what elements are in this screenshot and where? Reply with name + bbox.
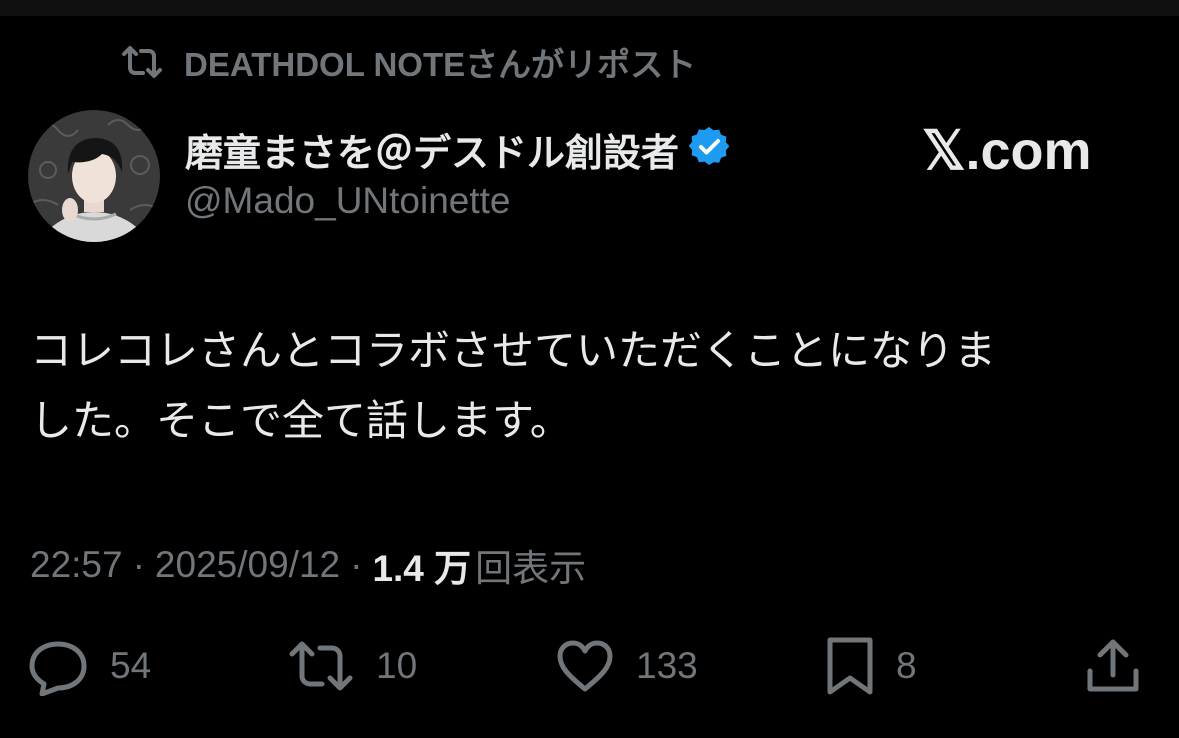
views-label: 回表示 bbox=[475, 548, 587, 589]
reply-count: 54 bbox=[110, 645, 152, 686]
repost-header[interactable]: DEATHDOL NOTEさんがリポスト bbox=[120, 40, 696, 84]
brand-text: 𝕏.com bbox=[922, 120, 1092, 181]
reply-button[interactable]: 54 bbox=[28, 634, 151, 698]
meta-separator: · bbox=[350, 544, 363, 585]
tweet-line: した。そこで全て話します。 bbox=[30, 396, 572, 445]
share-icon bbox=[1086, 637, 1140, 695]
top-strip bbox=[0, 0, 1179, 16]
like-button[interactable]: 133 bbox=[556, 634, 698, 698]
tweet-time[interactable]: 22:57 bbox=[30, 544, 123, 586]
retweet-button[interactable]: 10 bbox=[288, 634, 417, 698]
tweet-meta: 22:57 · 2025/09/12 · 1.4 万 回表示 bbox=[30, 538, 586, 592]
tweet-text: コレコレさんとコラボさせていただくことになりま した。そこで全て話します。 bbox=[30, 316, 1150, 456]
tweet-date[interactable]: 2025/09/12 bbox=[155, 544, 340, 586]
author-handle[interactable]: @Mado_UNtoinette bbox=[185, 180, 511, 222]
like-count: 133 bbox=[636, 645, 698, 686]
repost-icon bbox=[120, 44, 164, 80]
author-name-row[interactable]: 磨童まさを＠デスドル創設者 bbox=[185, 124, 730, 175]
heart-icon bbox=[556, 639, 614, 693]
retweet-count: 10 bbox=[376, 645, 418, 686]
meta-separator: · bbox=[132, 544, 145, 585]
retweet-icon bbox=[288, 638, 354, 694]
repost-text: DEATHDOL NOTEさんがリポスト bbox=[184, 46, 697, 83]
verified-badge-icon bbox=[688, 126, 730, 171]
share-button[interactable] bbox=[1086, 634, 1140, 698]
tweet-line: コレコレさんとコラボさせていただくことになりま bbox=[30, 326, 997, 375]
display-name: 磨童まさを＠デスドル創設者 bbox=[185, 132, 680, 175]
x-brand-label: 𝕏.com bbox=[922, 118, 1092, 182]
bookmark-icon bbox=[826, 636, 874, 696]
avatar[interactable] bbox=[28, 110, 160, 242]
bookmark-button[interactable]: 8 bbox=[826, 634, 917, 698]
reply-icon bbox=[28, 636, 88, 696]
views-count[interactable]: 1.4 万 bbox=[372, 538, 471, 592]
bookmark-count: 8 bbox=[896, 645, 917, 686]
